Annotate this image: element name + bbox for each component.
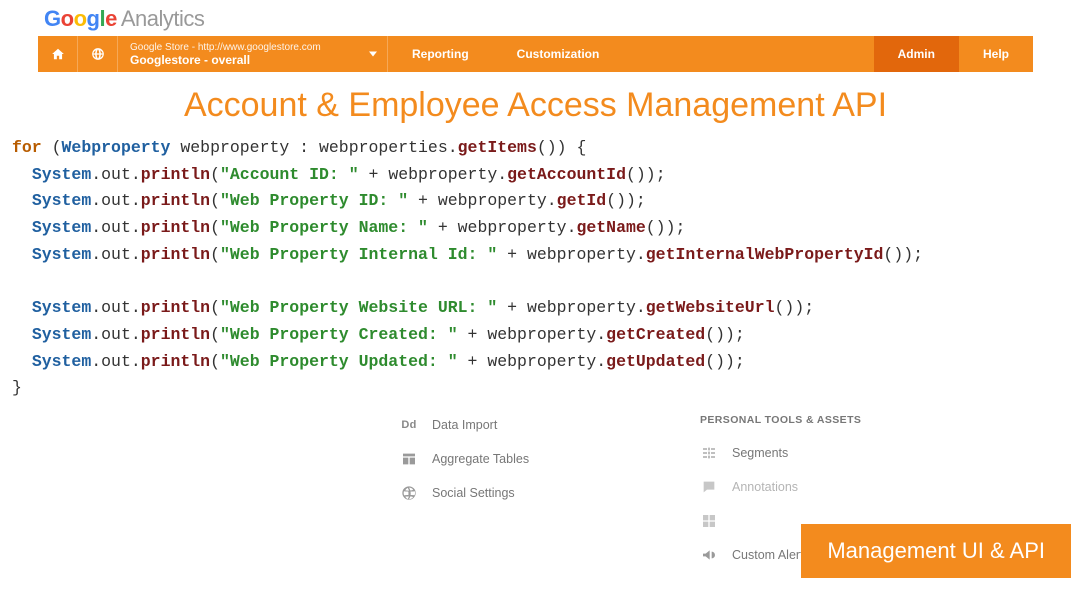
caption-overlay: Management UI & API	[801, 524, 1071, 578]
analytics-word: Analytics	[121, 6, 205, 31]
row-data-import[interactable]: Dd Data Import	[400, 408, 660, 442]
megaphone-icon	[700, 546, 718, 564]
tab-reporting[interactable]: Reporting	[388, 36, 493, 72]
account-picker[interactable]: Google Store - http://www.googlestore.co…	[118, 36, 388, 72]
row-segments[interactable]: Segments	[700, 436, 1000, 470]
logo-row: GoogleAnalytics	[0, 0, 1071, 36]
label-social: Social Settings	[432, 486, 515, 500]
label-aggregate: Aggregate Tables	[432, 452, 529, 466]
tab-help[interactable]: Help	[959, 36, 1033, 72]
personal-tools-header: PERSONAL TOOLS & ASSETS	[700, 414, 1000, 426]
grid-icon	[700, 512, 718, 530]
row-social-settings[interactable]: Social Settings	[400, 476, 660, 510]
picker-line1: Google Store - http://www.googlestore.co…	[130, 42, 375, 53]
label-annotations: Annotations	[732, 480, 798, 494]
type-Webproperty: Webproperty	[62, 138, 171, 157]
globe-icon	[400, 484, 418, 502]
label-data-import: Data Import	[432, 418, 497, 432]
google-analytics-logo: GoogleAnalytics	[44, 6, 204, 31]
label-custom-alerts: Custom Alerts	[732, 548, 810, 562]
speech-icon	[700, 478, 718, 496]
tab-admin[interactable]: Admin	[874, 36, 959, 72]
globe-icon	[91, 47, 105, 61]
col-property-settings: Dd Data Import Aggregate Tables Social S…	[400, 408, 660, 572]
tab-customization[interactable]: Customization	[493, 36, 624, 72]
label-segments: Segments	[732, 446, 788, 460]
row-aggregate-tables[interactable]: Aggregate Tables	[400, 442, 660, 476]
table-icon	[400, 450, 418, 468]
nav-spacer	[623, 36, 873, 72]
row-annotations[interactable]: Annotations	[700, 470, 1000, 504]
keyword-for: for	[12, 138, 42, 157]
segments-icon	[700, 444, 718, 462]
property-globe	[78, 36, 118, 72]
page-title: Account & Employee Access Management API	[0, 86, 1071, 125]
top-nav: Google Store - http://www.googlestore.co…	[38, 36, 1033, 72]
dd-icon: Dd	[401, 419, 416, 431]
chevron-down-icon	[369, 52, 377, 57]
label-attribution	[732, 514, 735, 528]
picker-line2: Googlestore - overall	[130, 53, 375, 67]
home-button[interactable]	[38, 36, 78, 72]
code-block: for (Webproperty webproperty : webproper…	[0, 135, 1071, 402]
home-icon	[51, 47, 65, 61]
